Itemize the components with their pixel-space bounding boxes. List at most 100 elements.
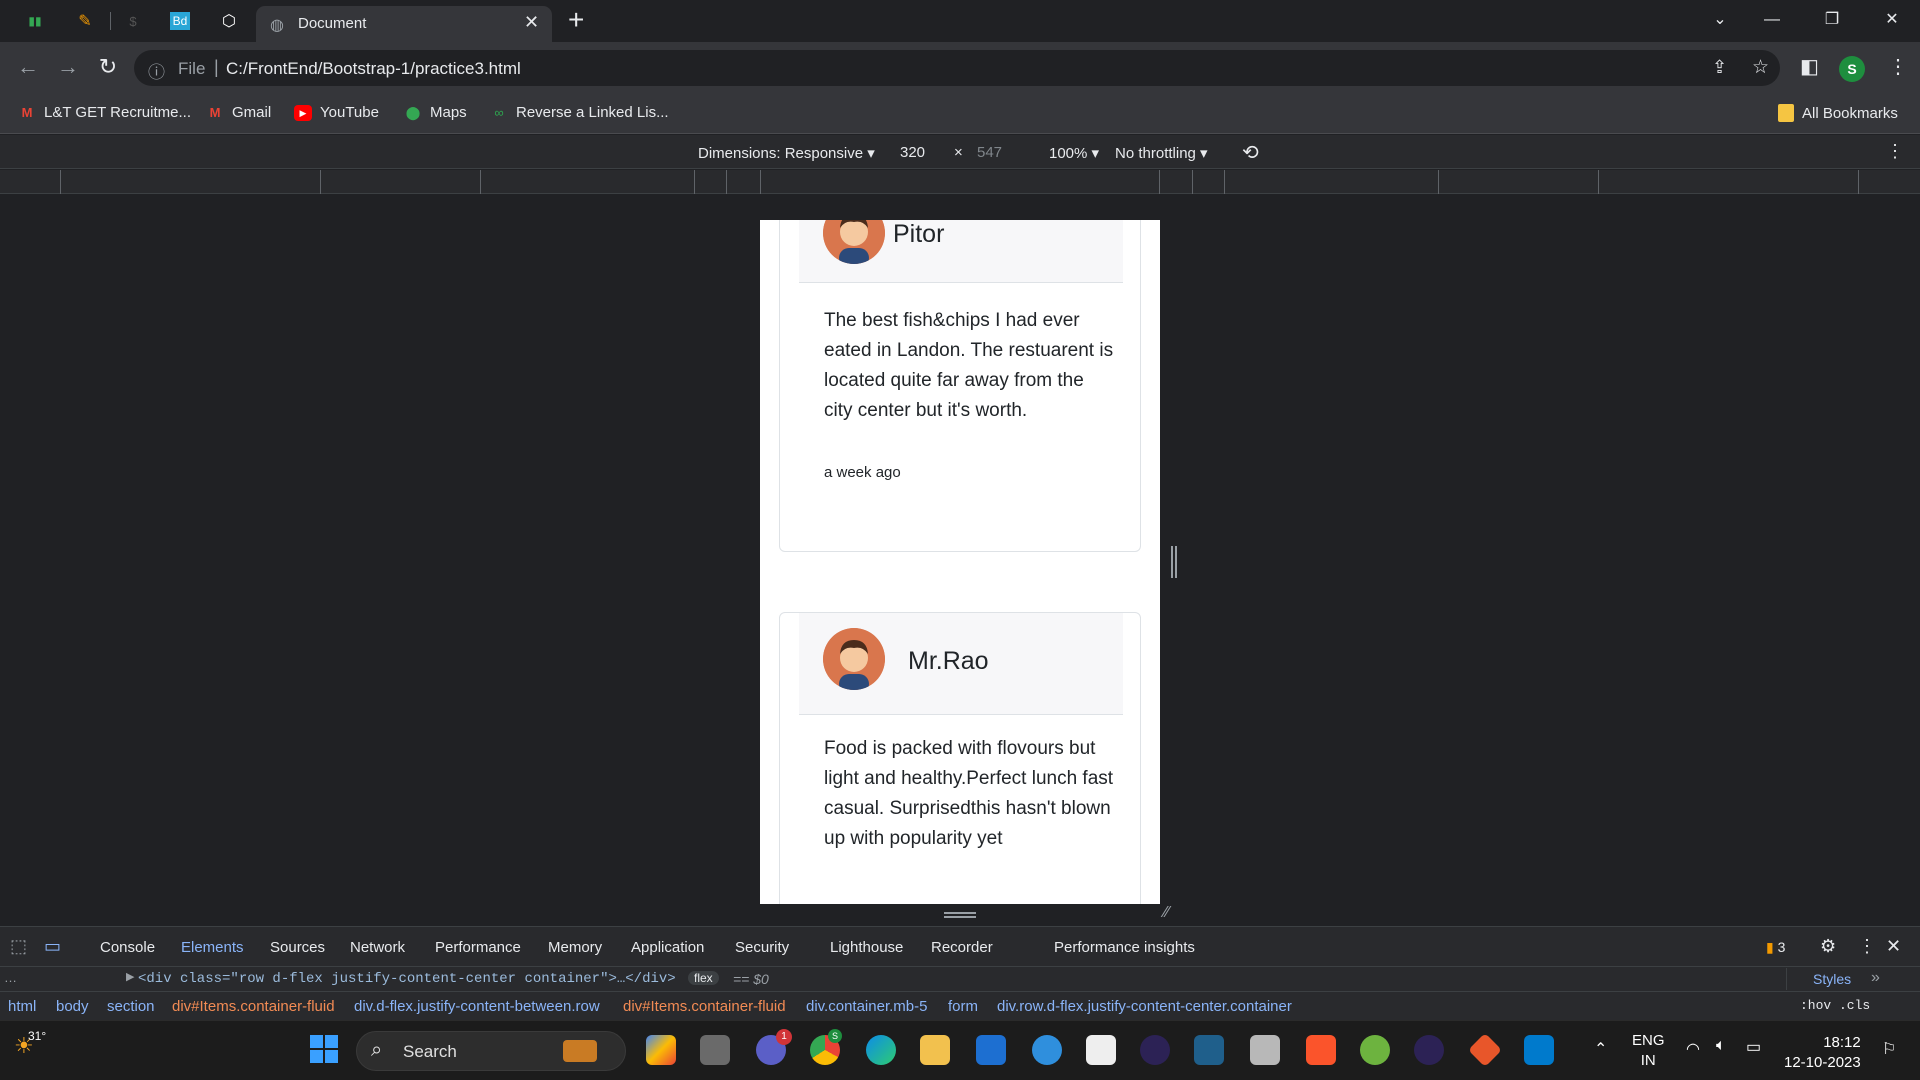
vscode-icon[interactable]	[1524, 1035, 1554, 1065]
crumb-container-mb5[interactable]: div.container.mb-5	[806, 998, 927, 1015]
tray-chevron-icon[interactable]: ⌃	[1594, 1039, 1607, 1059]
notifications-icon[interactable]: ⚐	[1882, 1039, 1896, 1059]
weather-widget[interactable]: ☀ 31°	[14, 1029, 46, 1059]
info-icon[interactable]: ⓘ	[148, 58, 165, 83]
address-bar[interactable]: ⓘ File | C:/FrontEnd/Bootstrap-1/practic…	[134, 50, 1780, 86]
start-button[interactable]	[310, 1035, 338, 1063]
more-tabs-icon[interactable]: »	[1871, 969, 1880, 987]
tab-network[interactable]: Network	[350, 939, 405, 956]
flex-badge[interactable]: flex	[688, 971, 719, 985]
tab-recorder[interactable]: Recorder	[931, 939, 993, 956]
close-devtools-icon[interactable]: ✕	[1886, 936, 1901, 957]
bookmark-youtube[interactable]: ▶ YouTube	[294, 104, 379, 121]
volume-icon[interactable]: 🔈︎	[1716, 1037, 1726, 1055]
menu-icon[interactable]: ⋮	[1888, 54, 1908, 79]
help-icon[interactable]	[1032, 1035, 1062, 1065]
tab-performance-insights[interactable]: Performance insights	[1054, 939, 1195, 956]
close-icon[interactable]: ✕	[524, 12, 539, 33]
crumb-form[interactable]: form	[948, 998, 978, 1015]
tab-console[interactable]: Console	[100, 939, 155, 956]
eclipse-icon[interactable]	[1140, 1035, 1170, 1065]
styles-filter[interactable]: :hov .cls	[1800, 998, 1870, 1013]
wifi-icon[interactable]: ◠	[1686, 1039, 1700, 1059]
tab-application[interactable]: Application	[631, 939, 704, 956]
bookmark-maps[interactable]: ⬤ Maps	[404, 104, 467, 121]
side-panel-icon[interactable]: ◧	[1800, 54, 1819, 79]
store-icon[interactable]	[1086, 1035, 1116, 1065]
edge-icon[interactable]	[866, 1035, 896, 1065]
task-view-icon[interactable]	[700, 1035, 730, 1065]
copilot-icon[interactable]	[646, 1035, 676, 1065]
width-input[interactable]: 320	[900, 144, 925, 161]
pinned-tab-3[interactable]: $	[118, 8, 148, 34]
share-icon[interactable]: ⇪	[1712, 57, 1727, 78]
pinned-tab-1[interactable]: ▮▮	[20, 8, 50, 34]
close-window-button[interactable]: ✕	[1872, 6, 1912, 34]
styles-tab[interactable]: Styles	[1813, 971, 1851, 987]
tab-search-button[interactable]: ⌄	[1700, 6, 1740, 34]
eclipse-ee-icon[interactable]	[1414, 1035, 1444, 1065]
crumb-body[interactable]: body	[56, 998, 89, 1015]
back-button[interactable]: ←	[14, 54, 42, 80]
tab-memory[interactable]: Memory	[548, 939, 602, 956]
viewport-resize-handle[interactable]	[1171, 546, 1177, 578]
tab-performance[interactable]: Performance	[435, 939, 521, 956]
bookmark-gmail[interactable]: M Gmail	[206, 104, 272, 121]
all-bookmarks[interactable]: All Bookmarks	[1778, 104, 1898, 122]
chrome-icon[interactable]: S	[810, 1029, 842, 1065]
dom-selected-node[interactable]: … ▶ <div class="row d-flex justify-conte…	[0, 968, 1920, 990]
crumb-html[interactable]: html	[8, 998, 36, 1015]
more-icon[interactable]: ⋮	[1858, 936, 1876, 957]
bookmark-lt-get[interactable]: M L&T GET Recruitme...	[18, 104, 191, 121]
inspect-icon[interactable]: ⬚	[10, 936, 27, 957]
tab-sources[interactable]: Sources	[270, 939, 325, 956]
time: 18:12	[1823, 1034, 1861, 1051]
bookmark-label: L&T GET Recruitme...	[44, 104, 191, 121]
server-icon[interactable]	[1250, 1035, 1280, 1065]
zoom-dropdown[interactable]: 100% ▾	[1049, 144, 1099, 162]
restore-button[interactable]: ❐	[1812, 6, 1852, 34]
pinned-tab-5[interactable]: ⬡	[214, 8, 244, 34]
profile-avatar[interactable]: S	[1839, 56, 1865, 82]
clock[interactable]: 18:12 12-10-2023	[1784, 1033, 1861, 1073]
tab-elements[interactable]: Elements	[181, 939, 244, 956]
tab-lighthouse[interactable]: Lighthouse	[830, 939, 903, 956]
crumb-items-1[interactable]: div#Items.container-fluid	[172, 998, 335, 1015]
pinned-tab-4[interactable]: Bd	[165, 8, 195, 34]
dimensions-dropdown[interactable]: Dimensions: Responsive ▾	[698, 144, 875, 162]
brave-icon[interactable]	[1306, 1035, 1336, 1065]
issues-badge[interactable]: ▮ 3	[1766, 939, 1785, 956]
git-icon[interactable]	[1468, 1033, 1502, 1067]
throttling-dropdown[interactable]: No throttling ▾	[1115, 144, 1208, 162]
forward-button[interactable]: →	[54, 54, 82, 80]
myhp-icon[interactable]	[976, 1035, 1006, 1065]
height-input[interactable]: 547	[977, 144, 1002, 161]
language-indicator[interactable]: ENG IN	[1632, 1031, 1665, 1071]
file-explorer-icon[interactable]	[920, 1035, 950, 1065]
rotate-icon[interactable]: ⟲	[1242, 140, 1259, 165]
url-text[interactable]: C:/FrontEnd/Bootstrap-1/practice3.html	[226, 59, 521, 79]
mysql-icon[interactable]	[1194, 1035, 1224, 1065]
bookmark-star-icon[interactable]: ☆	[1752, 56, 1769, 79]
corner-resize-icon[interactable]: ⁄⁄	[1164, 904, 1169, 922]
bookmark-reverse-linked-list[interactable]: ∞ Reverse a Linked Lis...	[490, 104, 668, 121]
pinned-tab-2[interactable]: ✎	[70, 8, 100, 34]
tab-document[interactable]: ◍ Document ✕	[256, 6, 552, 42]
crumb-row-container[interactable]: div.row.d-flex.justify-content-center.co…	[997, 998, 1292, 1015]
settings-icon[interactable]: ⚙	[1820, 936, 1836, 957]
viewport-bottom-resize-handle[interactable]	[944, 912, 976, 918]
battery-icon[interactable]: ▭	[1746, 1037, 1761, 1057]
spring-icon[interactable]	[1360, 1035, 1390, 1065]
more-options-icon[interactable]: ⋮	[1886, 141, 1904, 162]
new-tab-button[interactable]: +	[568, 4, 584, 36]
expand-triangle-icon[interactable]: ▶	[126, 970, 134, 983]
crumb-section[interactable]: section	[107, 998, 155, 1015]
crumb-dflex-row[interactable]: div.d-flex.justify-content-between.row	[354, 998, 600, 1015]
tab-security[interactable]: Security	[735, 939, 789, 956]
reload-button[interactable]: ↻	[94, 54, 122, 80]
device-toggle-icon[interactable]: ▭	[44, 936, 61, 957]
minimize-button[interactable]: —	[1752, 6, 1792, 34]
teams-icon[interactable]: 1	[756, 1029, 792, 1065]
taskbar-search[interactable]: ⌕ Search	[356, 1031, 626, 1071]
crumb-items-2[interactable]: div#Items.container-fluid	[623, 998, 786, 1015]
